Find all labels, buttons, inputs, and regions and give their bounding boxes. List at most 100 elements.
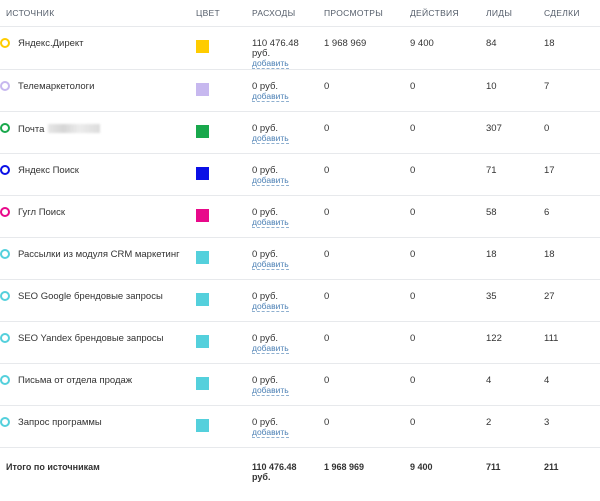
source-marker-icon (0, 249, 10, 259)
views-value: 0 (324, 417, 330, 428)
views-value: 0 (324, 249, 330, 260)
leads-value: 35 (486, 291, 497, 302)
leads-value: 10 (486, 81, 497, 92)
source-marker-icon (0, 291, 10, 301)
color-swatch[interactable] (196, 377, 209, 390)
views-value: 1 968 969 (324, 38, 367, 49)
source-name[interactable]: Яндекс Поиск (18, 165, 79, 176)
table-row[interactable]: Письма от отдела продаж 0 руб. добавить 0 0 4… (0, 363, 600, 406)
leads-value: 4 (486, 375, 492, 386)
views-value: 0 (324, 291, 330, 302)
total-expense-unit: руб. (252, 472, 271, 482)
table-row[interactable]: SEO Google брендовые запросы 0 руб. добави… (0, 279, 600, 322)
leads-value: 84 (486, 38, 497, 49)
deals-value: 7 (544, 81, 550, 92)
add-expense-link[interactable]: добавить (252, 302, 289, 312)
table-header-row: ИСТОЧНИК ЦВЕТ РАСХОДЫ ПРОСМОТРЫ ДЕЙСТВИЯ… (0, 0, 600, 27)
color-swatch[interactable] (196, 83, 209, 96)
leads-value: 18 (486, 249, 497, 260)
table-row[interactable]: Яндекс Поиск 0 руб. добавить 0 0 71 17 (0, 153, 600, 196)
add-expense-link[interactable]: добавить (252, 260, 289, 270)
sources-report: ИСТОЧНИК ЦВЕТ РАСХОДЫ ПРОСМОТРЫ ДЕЙСТВИЯ… (0, 0, 600, 501)
color-swatch[interactable] (196, 167, 209, 180)
actions-value: 0 (410, 417, 416, 428)
total-actions: 9 400 (410, 462, 433, 472)
table-row[interactable]: Телемаркетологи 0 руб. добавить 0 0 10 7 (0, 69, 600, 112)
source-name[interactable]: Яндекс.Директ (18, 38, 84, 49)
total-row: Итого по источникам 110 476.48 руб. 1 96… (0, 448, 600, 495)
leads-value: 122 (486, 333, 502, 344)
add-expense-link[interactable]: добавить (252, 92, 289, 102)
table-row[interactable]: Яндекс.Директ 110 476.48 руб. добавить 1 968… (0, 26, 600, 70)
actions-value: 0 (410, 81, 416, 92)
total-views: 1 968 969 (324, 462, 365, 472)
add-expense-link[interactable]: добавить (252, 344, 289, 354)
add-expense-link[interactable]: добавить (252, 386, 289, 396)
color-swatch[interactable] (196, 40, 209, 53)
table-row[interactable]: Рассылки из модуля CRM маркетинг 0 руб. до… (0, 237, 600, 280)
header-actions[interactable]: ДЕЙСТВИЯ (410, 0, 486, 27)
redacted-text (48, 124, 101, 133)
color-swatch[interactable] (196, 293, 209, 306)
actions-value: 0 (410, 249, 416, 260)
views-value: 0 (324, 375, 330, 386)
deals-value: 18 (544, 38, 555, 49)
source-marker-icon (0, 417, 10, 427)
source-name[interactable]: SEO Yandex брендовые запросы (18, 333, 164, 344)
actions-value: 0 (410, 333, 416, 344)
source-name[interactable]: Рассылки из модуля CRM маркетинг (18, 249, 180, 260)
source-name[interactable]: Гугл Поиск (18, 207, 65, 218)
source-marker-icon (0, 38, 10, 48)
header-expenses[interactable]: РАСХОДЫ (252, 0, 324, 27)
total-expense-amount: 110 476.48 (252, 462, 297, 472)
views-value: 0 (324, 81, 330, 92)
views-value: 0 (324, 333, 330, 344)
table-row[interactable]: Гугл Поиск 0 руб. добавить 0 0 58 6 (0, 195, 600, 238)
add-expense-link[interactable]: добавить (252, 134, 289, 144)
add-expense-link[interactable]: добавить (252, 428, 289, 438)
table-row[interactable]: Почта 0 руб. добавить 0 0 307 0 (0, 111, 600, 154)
deals-value: 4 (544, 375, 550, 386)
total-label: Итого по источникам (6, 462, 100, 472)
deals-value: 6 (544, 207, 550, 218)
color-swatch[interactable] (196, 209, 209, 222)
add-expense-link[interactable]: добавить (252, 59, 289, 69)
source-name[interactable]: Запрос программы (18, 417, 102, 428)
header-deals[interactable]: СДЕЛКИ (544, 0, 600, 27)
source-marker-icon (0, 81, 10, 91)
color-swatch[interactable] (196, 125, 209, 138)
total-leads: 711 (486, 462, 501, 472)
deals-value: 3 (544, 417, 550, 428)
actions-value: 9 400 (410, 38, 434, 49)
source-marker-icon (0, 165, 10, 175)
actions-value: 0 (410, 165, 416, 176)
header-source[interactable]: ИСТОЧНИК (0, 0, 196, 27)
table-row[interactable]: SEO Yandex брендовые запросы 0 руб. добави… (0, 321, 600, 364)
views-value: 0 (324, 123, 330, 134)
total-deals: 211 (544, 462, 559, 472)
source-name[interactable]: Почта (18, 124, 44, 135)
leads-value: 2 (486, 417, 492, 428)
actions-value: 0 (410, 207, 416, 218)
actions-value: 0 (410, 375, 416, 386)
add-expense-link[interactable]: добавить (252, 218, 289, 228)
table-row[interactable]: Запрос программы 0 руб. добавить 0 0 2 3 (0, 405, 600, 448)
source-name[interactable]: Письма от отдела продаж (18, 375, 132, 386)
add-expense-link[interactable]: добавить (252, 176, 289, 186)
source-name[interactable]: SEO Google брендовые запросы (18, 291, 163, 302)
source-name[interactable]: Телемаркетологи (18, 81, 94, 92)
header-views[interactable]: ПРОСМОТРЫ (324, 0, 410, 27)
deals-value: 27 (544, 291, 555, 302)
sources-table: ИСТОЧНИК ЦВЕТ РАСХОДЫ ПРОСМОТРЫ ДЕЙСТВИЯ… (0, 0, 600, 494)
deals-value: 17 (544, 165, 555, 176)
header-color: ЦВЕТ (196, 0, 252, 27)
table-body: Яндекс.Директ 110 476.48 руб. добавить 1 968… (0, 26, 600, 495)
header-leads[interactable]: ЛИДЫ (486, 0, 544, 27)
source-marker-icon (0, 375, 10, 385)
source-marker-icon (0, 333, 10, 343)
leads-value: 307 (486, 123, 502, 134)
color-swatch[interactable] (196, 419, 209, 432)
views-value: 0 (324, 165, 330, 176)
color-swatch[interactable] (196, 251, 209, 264)
color-swatch[interactable] (196, 335, 209, 348)
